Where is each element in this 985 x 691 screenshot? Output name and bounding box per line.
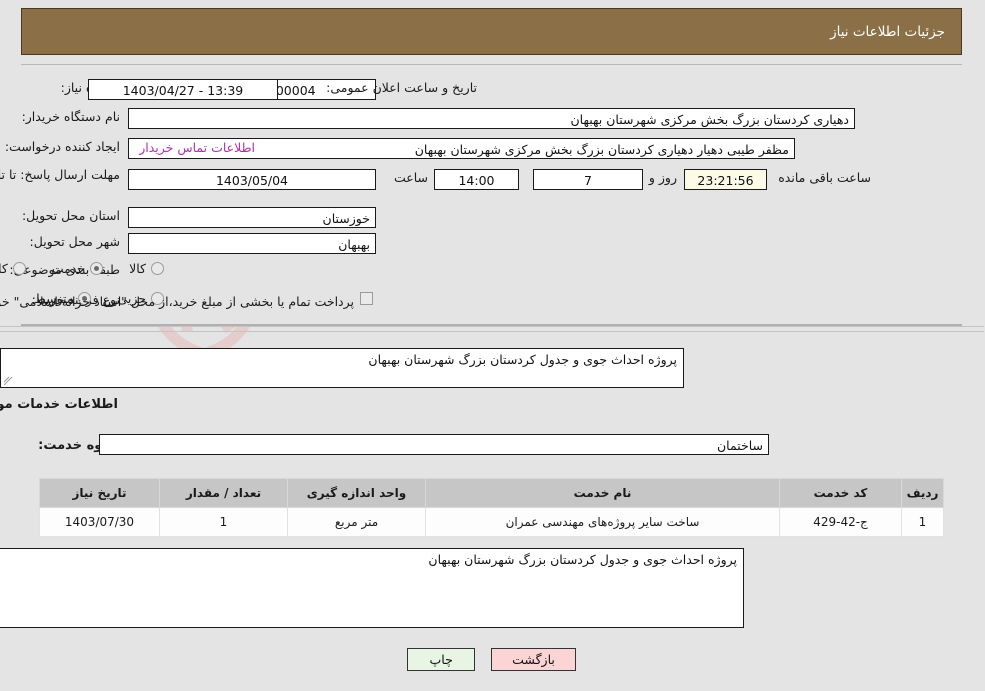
deadline-label-wrap: مهلت ارسال پاسخ: تا تاریخ: xyxy=(0,164,121,183)
page-root: AriaTender جزئیات اطلاعات نیاز شماره نیا… xyxy=(0,0,985,691)
deadline-date-field[interactable]: 1403/05/04 xyxy=(129,169,377,190)
radio-circle-icon[interactable] xyxy=(152,262,165,275)
days-unit-label: روز و xyxy=(649,170,678,185)
deadline-hour-field[interactable]: 14:00 xyxy=(435,169,520,190)
services-table: ردیف کد خدمت نام خدمت واحد اندازه گیری ت… xyxy=(40,478,945,537)
city-field[interactable]: بهبهان xyxy=(129,233,377,254)
radio-circle-selected-icon[interactable] xyxy=(91,262,105,275)
col-index: ردیف xyxy=(902,478,945,508)
cell-date: 1403/07/30 xyxy=(40,507,161,537)
announce-datetime-field[interactable]: 13:39 - 1403/04/27 xyxy=(89,79,279,100)
cell-code: ج-42-429 xyxy=(780,507,903,537)
radio-circle-icon[interactable] xyxy=(13,262,27,275)
buyer-org-label-wrap: نام دستگاه خریدار: xyxy=(23,109,121,124)
treasury-checkbox[interactable] xyxy=(361,292,374,305)
need-info-panel xyxy=(22,64,963,326)
treasury-checkbox-wrap[interactable] xyxy=(361,292,374,305)
buyer-org-label: نام دستگاه خریدار: xyxy=(22,109,121,124)
days-unit-wrap: روز و xyxy=(650,170,678,185)
table-row[interactable]: 1 ج-42-429 ساخت سایر پروژه‌های مهندسی عم… xyxy=(40,507,945,537)
contact-link-wrap: اطلاعات تماس خریدار xyxy=(140,140,256,155)
treasury-note-text: پرداخت تمام یا بخشی از مبلغ خرید،از محل … xyxy=(0,294,355,309)
buyer-org-field[interactable]: دهیاری کردستان بزرگ بخش مرکزی شهرستان به… xyxy=(129,108,856,129)
category-radio-kala[interactable]: کالا xyxy=(130,261,165,276)
deadline-hour-label: ساعت xyxy=(394,170,429,185)
cell-index: 1 xyxy=(902,507,945,537)
back-button[interactable]: بازگشت xyxy=(492,648,577,671)
buyer-notes-text: پروژه احداث جوی و جدول کردستان بزرگ شهرس… xyxy=(429,552,738,567)
category-radio-group: کالا خدمت کالا/خدمت xyxy=(0,261,165,276)
col-name: نام خدمت xyxy=(426,478,781,508)
cell-name: ساخت سایر پروژه‌های مهندسی عمران xyxy=(426,507,781,537)
city-label: شهر محل تحویل: xyxy=(30,234,121,249)
cell-qty: 1 xyxy=(160,507,289,537)
province-label: استان محل تحویل: xyxy=(22,208,121,223)
province-label-wrap: استان محل تحویل: xyxy=(23,208,121,223)
resize-grip-icon[interactable] xyxy=(4,376,14,386)
col-date: تاریخ نیاز xyxy=(40,478,161,508)
divider-2 xyxy=(0,331,985,332)
countdown-unit-wrap: ساعت باقی مانده xyxy=(779,170,872,185)
days-remaining-field[interactable]: 7 xyxy=(534,169,644,190)
col-unit: واحد اندازه گیری xyxy=(288,478,427,508)
cell-unit: متر مربع xyxy=(288,507,427,537)
category-option-label: کالا xyxy=(130,261,147,276)
category-option-label: خدمت xyxy=(52,261,87,276)
countdown-field: 23:21:56 xyxy=(685,169,768,190)
print-button[interactable]: چاپ xyxy=(408,648,477,671)
category-radio-kala-khedmat[interactable]: کالا/خدمت xyxy=(0,261,27,276)
services-heading: اطلاعات خدمات مورد نیاز xyxy=(0,397,119,412)
summary-text: پروژه احداث جوی و جدول کردستان بزرگ شهرس… xyxy=(369,352,678,367)
announce-label-wrap: تاریخ و ساعت اعلان عمومی: xyxy=(327,80,478,95)
col-code: کد خدمت xyxy=(780,478,903,508)
window-titlebar: جزئیات اطلاعات نیاز xyxy=(22,8,963,55)
province-field[interactable]: خوزستان xyxy=(129,207,377,228)
col-qty: تعداد / مقدار xyxy=(160,478,289,508)
summary-textarea[interactable]: پروژه احداث جوی و جدول کردستان بزرگ شهرس… xyxy=(1,348,685,388)
page-title: جزئیات اطلاعات نیاز xyxy=(831,23,946,40)
category-radio-khedmat[interactable]: خدمت xyxy=(52,261,105,276)
requester-label: ایجاد کننده درخواست: xyxy=(5,139,121,154)
category-option-label: کالا/خدمت xyxy=(0,261,9,276)
service-group-field[interactable]: ساختمان xyxy=(100,434,770,455)
buyer-contact-link[interactable]: اطلاعات تماس خریدار xyxy=(140,140,256,155)
requester-label-wrap: ایجاد کننده درخواست: xyxy=(6,139,121,154)
buyer-notes-textarea[interactable]: پروژه احداث جوی و جدول کردستان بزرگ شهرس… xyxy=(0,548,745,628)
deadline-label: مهلت ارسال پاسخ: تا تاریخ: xyxy=(0,167,121,182)
announce-datetime-label: تاریخ و ساعت اعلان عمومی: xyxy=(327,80,478,95)
divider-1 xyxy=(0,326,985,327)
city-label-wrap: شهر محل تحویل: xyxy=(31,234,121,249)
deadline-hour-label-wrap: ساعت xyxy=(395,170,429,185)
treasury-note-wrap: پرداخت تمام یا بخشی از مبلغ خرید،از محل … xyxy=(0,294,355,309)
countdown-unit-label: ساعت باقی مانده xyxy=(779,170,872,185)
footer-button-row: بازگشت چاپ xyxy=(0,648,985,671)
table-header-row: ردیف کد خدمت نام خدمت واحد اندازه گیری ت… xyxy=(40,478,945,508)
